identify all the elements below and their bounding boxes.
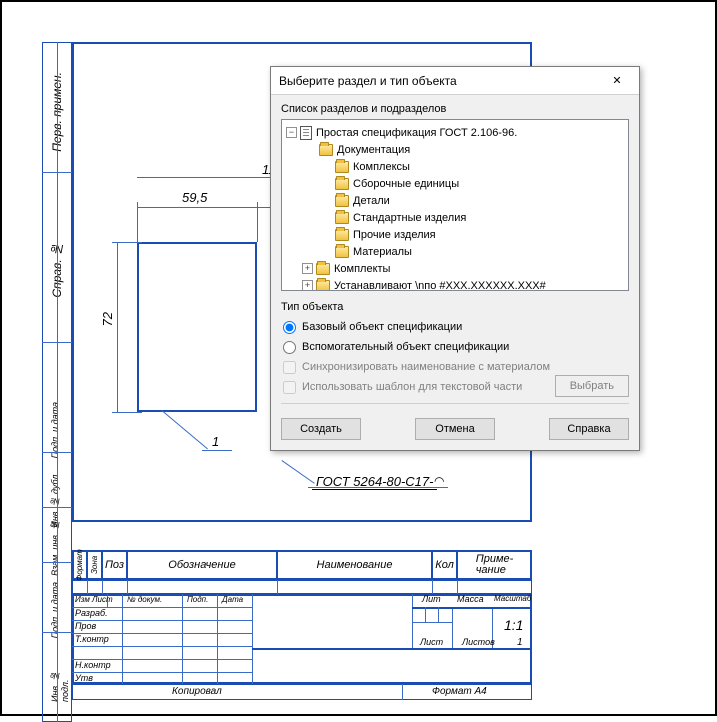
cancel-button[interactable]: Отмена <box>415 418 495 440</box>
stamp-tkontr: Т.контр <box>75 634 109 644</box>
stamp-ndokum: № докум. <box>127 595 162 604</box>
tree-item[interactable]: Прочие изделия <box>286 226 624 243</box>
tree-item[interactable]: Документация <box>286 141 624 158</box>
tree-item[interactable]: Сборочные единицы <box>286 175 624 192</box>
close-button[interactable]: ✕ <box>603 71 631 91</box>
check-sync-input <box>283 361 296 374</box>
dim-72: 72 <box>100 312 115 326</box>
stamp-nkontr: Н.контр <box>75 660 111 670</box>
stamp-data: Дата <box>222 595 243 604</box>
doc-icon <box>300 126 312 140</box>
folder-icon <box>335 195 349 207</box>
hdr-kol: Кол <box>432 550 457 580</box>
stamp-format-a4: Формат A4 <box>432 686 487 697</box>
help-button[interactable]: Справка <box>549 418 629 440</box>
stamp-podp: Подп. <box>187 595 208 604</box>
folder-icon <box>316 263 330 275</box>
radio-base-input[interactable] <box>283 321 296 334</box>
hdr-zona: Зона <box>87 550 102 580</box>
expand-icon[interactable]: + <box>302 280 313 291</box>
stamp-izm: Изм Лист <box>75 595 113 604</box>
leader-1: 1 <box>212 434 219 449</box>
side-inv-podl: Инв. № подл. <box>50 652 70 702</box>
expand-icon[interactable]: + <box>302 263 313 274</box>
side-podp: Подп. и дата <box>50 402 60 458</box>
side-podp2: Подп. и дата <box>50 582 60 638</box>
stamp-mashtab: Масштаб <box>494 594 531 603</box>
select-button: Выбрать <box>555 375 629 397</box>
stamp-one: 1 <box>517 637 523 648</box>
stamp-scale: 1:1 <box>504 617 523 633</box>
stamp-razrab: Разраб. <box>75 608 108 618</box>
type-label: Тип объекта <box>281 301 629 313</box>
folder-icon <box>335 246 349 258</box>
stamp-utv: Утв <box>75 673 93 683</box>
dim-59-5: 59,5 <box>182 190 207 205</box>
hdr-naim: Наименование <box>277 550 432 580</box>
folder-icon <box>335 212 349 224</box>
stamp-prov: Пров <box>75 621 96 631</box>
tree-item[interactable]: +Устанавливают \nпо #XXX.XXXXXX.XXX# <box>286 277 624 291</box>
radio-base[interactable]: Базовый объект спецификации <box>281 317 629 337</box>
folder-icon <box>335 178 349 190</box>
side-vzam: Взам. инв. № <box>50 520 60 576</box>
dialog-title: Выберите раздел и тип объекта <box>279 74 603 88</box>
hdr-poz: Поз <box>102 550 127 580</box>
document-frame: Перв. примен. Справ. № Подп. и дата Инв.… <box>0 0 717 716</box>
check-template-input <box>283 381 296 394</box>
stamp-massa: Масса <box>457 594 484 604</box>
folder-icon <box>335 229 349 241</box>
stamp-lit: Лит <box>422 594 441 604</box>
folder-icon <box>316 280 330 292</box>
divider <box>281 403 629 404</box>
folder-icon <box>319 144 333 156</box>
stamp-kopiroval: Копировал <box>172 686 222 697</box>
section-tree[interactable]: − Простая спецификация ГОСТ 2.106-96. До… <box>281 119 629 291</box>
list-label: Список разделов и подразделов <box>281 103 629 115</box>
create-button[interactable]: Создать <box>281 418 361 440</box>
folder-icon <box>335 161 349 173</box>
hdr-prim: Приме- чание <box>457 550 532 580</box>
stamp-list: Лист <box>420 637 443 647</box>
tree-item[interactable]: Стандартные изделия <box>286 209 624 226</box>
radio-aux[interactable]: Вспомогательный объект спецификации <box>281 337 629 357</box>
hdr-format: Формат <box>72 550 87 580</box>
weld-symbol: ◠ <box>434 474 444 488</box>
tree-root[interactable]: − Простая спецификация ГОСТ 2.106-96. <box>286 124 624 141</box>
radio-aux-input[interactable] <box>283 341 296 354</box>
tree-item[interactable]: Материалы <box>286 243 624 260</box>
tree-label: Простая спецификация ГОСТ 2.106-96. <box>316 127 517 139</box>
stamp-listov: Листов <box>462 637 495 647</box>
check-sync: Синхронизировать наименование с материал… <box>281 357 629 377</box>
tree-item[interactable]: Детали <box>286 192 624 209</box>
tree-item[interactable]: +Комплекты <box>286 260 624 277</box>
select-section-dialog: Выберите раздел и тип объекта ✕ Список р… <box>270 66 640 451</box>
collapse-icon[interactable]: − <box>286 127 297 138</box>
hdr-oboz: Обозначение <box>127 550 277 580</box>
tree-item[interactable]: Комплексы <box>286 158 624 175</box>
dialog-titlebar[interactable]: Выберите раздел и тип объекта ✕ <box>271 67 639 95</box>
